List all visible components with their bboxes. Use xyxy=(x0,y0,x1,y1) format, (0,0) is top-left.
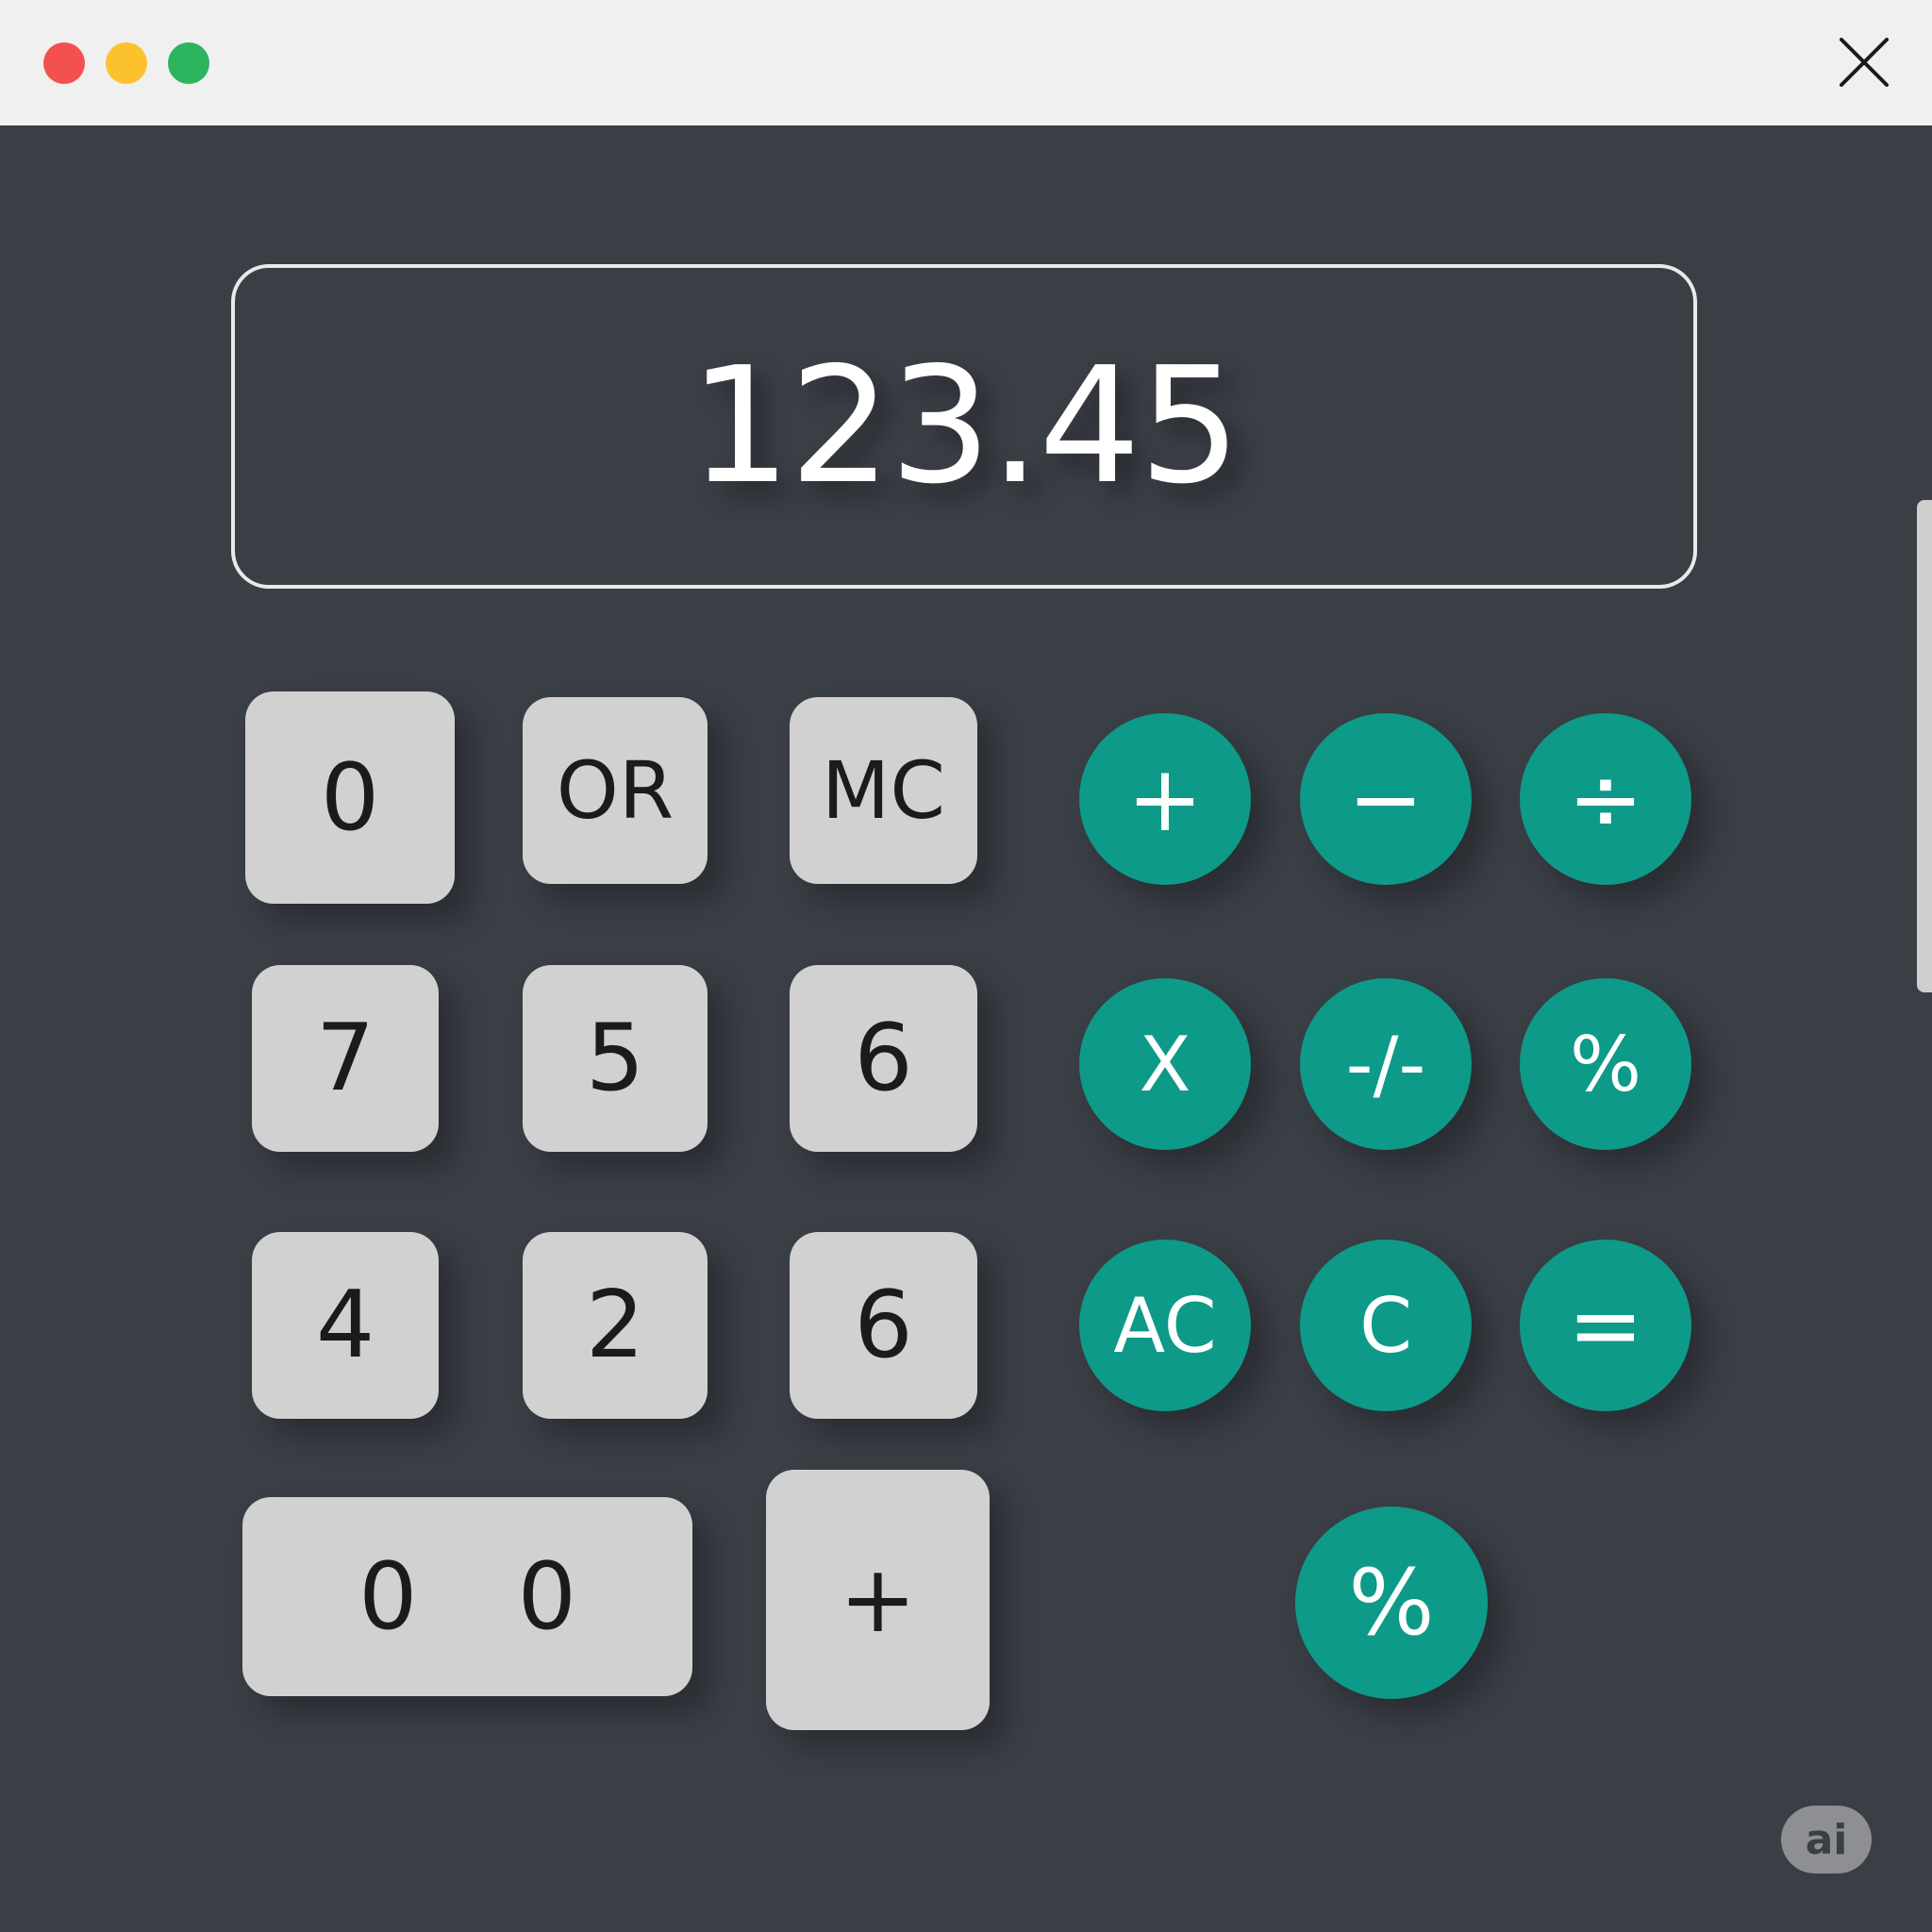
key-or[interactable]: OR xyxy=(523,697,708,884)
op-all-clear-button[interactable]: AC xyxy=(1079,1240,1251,1411)
display-value: 123.45 xyxy=(689,333,1241,520)
key-6-second[interactable]: 6 xyxy=(790,1232,977,1419)
calculator-window: 123.45 0 OR MC 7 5 6 4 2 6 0 0 + + − ÷ X… xyxy=(0,0,1932,1932)
window-maximize-dot[interactable] xyxy=(168,42,209,84)
op-negate-button[interactable]: -/- xyxy=(1300,978,1472,1150)
key-zero-left-label: 0 xyxy=(358,1542,418,1651)
op-clear-button[interactable]: C xyxy=(1300,1240,1472,1411)
op-subtract-button[interactable]: − xyxy=(1300,713,1472,885)
window-minimize-dot[interactable] xyxy=(106,42,147,84)
op-percent-button[interactable]: % xyxy=(1520,978,1691,1150)
title-bar xyxy=(0,0,1932,125)
op-percent-large-button[interactable]: % xyxy=(1295,1507,1488,1699)
calculator-display: 123.45 xyxy=(231,264,1697,589)
op-add-button[interactable]: + xyxy=(1079,713,1251,885)
key-zero-right-label: 0 xyxy=(517,1542,576,1651)
key-plus[interactable]: + xyxy=(766,1470,990,1730)
close-x-icon[interactable] xyxy=(1838,36,1890,89)
key-double-zero[interactable]: 0 0 xyxy=(242,1497,692,1696)
key-6[interactable]: 6 xyxy=(790,965,977,1152)
key-5[interactable]: 5 xyxy=(523,965,708,1152)
ai-badge: ai xyxy=(1781,1806,1872,1874)
op-divide-button[interactable]: ÷ xyxy=(1520,713,1691,885)
op-equals-button[interactable]: = xyxy=(1520,1240,1691,1411)
window-close-dot[interactable] xyxy=(43,42,85,84)
key-mc[interactable]: MC xyxy=(790,697,977,884)
key-0[interactable]: 0 xyxy=(245,691,455,904)
op-multiply-button[interactable]: X xyxy=(1079,978,1251,1150)
key-4[interactable]: 4 xyxy=(252,1232,439,1419)
key-2[interactable]: 2 xyxy=(523,1232,708,1419)
scrollbar[interactable] xyxy=(1917,500,1932,992)
key-7[interactable]: 7 xyxy=(252,965,439,1152)
